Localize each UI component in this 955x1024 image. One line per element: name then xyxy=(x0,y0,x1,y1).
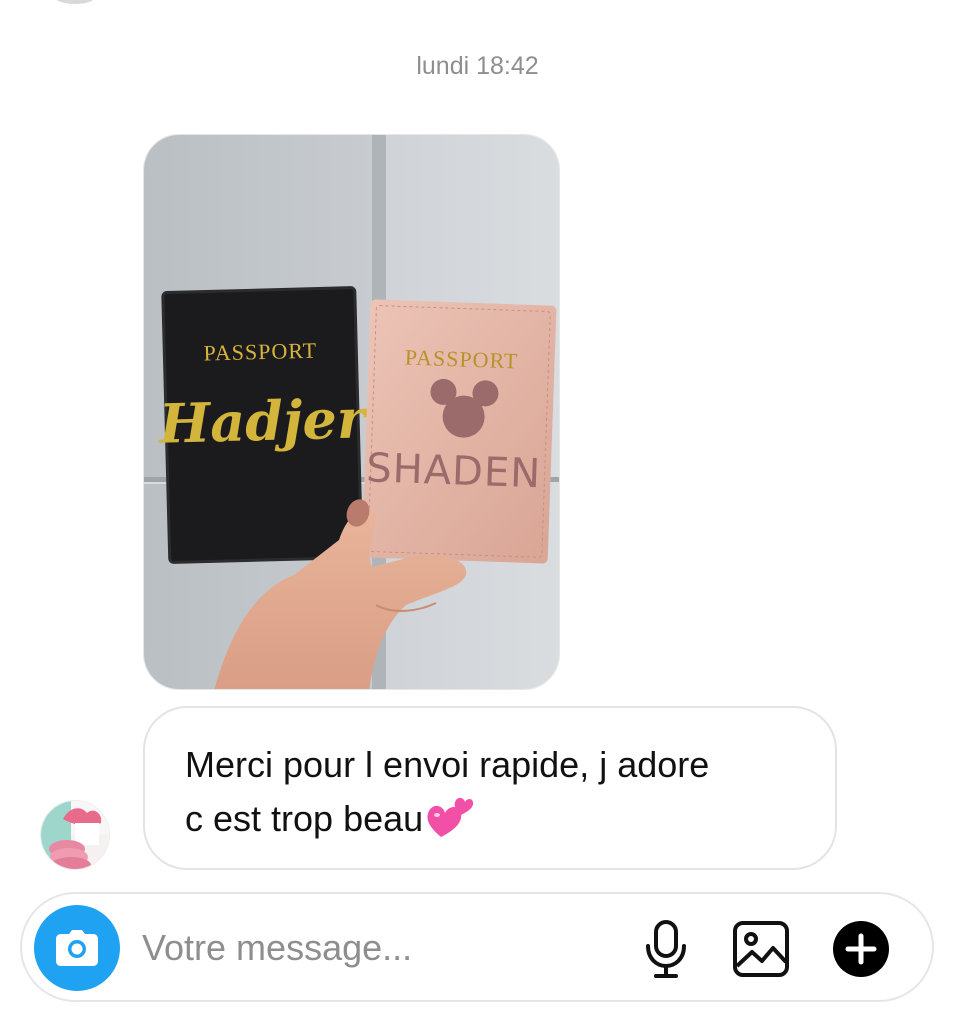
message-line-1: Merci pour l envoi rapide, j adore xyxy=(185,744,710,785)
two-hearts-icon xyxy=(425,793,477,854)
passport-photo: PASSPORT Hadjer PASSPORT SHADEN xyxy=(144,135,559,689)
message-line-2: c est trop beau xyxy=(185,798,424,839)
gallery-button[interactable] xyxy=(732,920,790,978)
camera-icon xyxy=(56,930,98,966)
right-passport-heading: PASSPORT xyxy=(404,345,518,374)
previous-avatar-edge xyxy=(55,0,95,4)
message-input[interactable] xyxy=(142,918,612,978)
camera-button[interactable] xyxy=(34,905,120,991)
more-options-button[interactable] xyxy=(832,920,890,978)
received-message-bubble[interactable]: Merci pour l envoi rapide, j adore c est… xyxy=(143,706,837,870)
left-passport-name: Hadjer xyxy=(156,386,369,456)
microphone-icon xyxy=(646,920,686,978)
right-passport-name: SHADEN xyxy=(366,445,542,497)
sender-avatar[interactable] xyxy=(40,800,110,870)
message-composer xyxy=(20,892,934,1002)
message-timestamp: lundi 18:42 xyxy=(416,52,539,80)
plus-circle-icon xyxy=(833,921,889,977)
left-passport-heading: PASSPORT xyxy=(203,338,317,366)
microphone-button[interactable] xyxy=(637,920,695,978)
image-gallery-icon xyxy=(733,921,789,977)
photo-message[interactable]: PASSPORT Hadjer PASSPORT SHADEN xyxy=(143,134,560,690)
